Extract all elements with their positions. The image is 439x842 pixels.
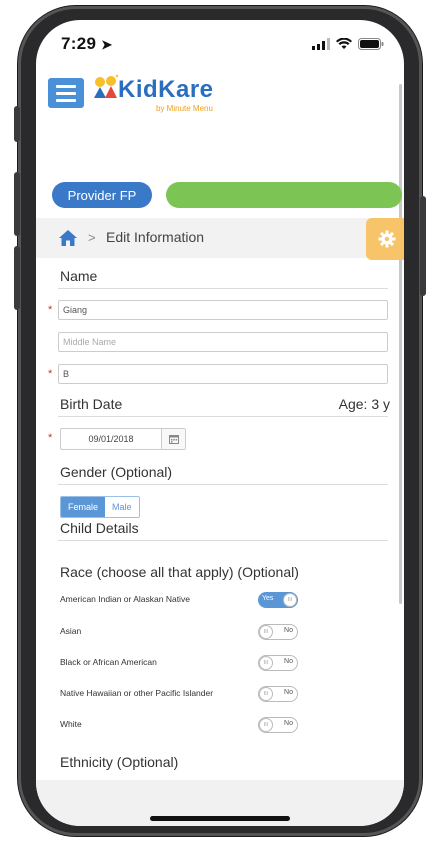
toggle-knob: III — [259, 625, 273, 639]
gear-icon — [378, 230, 396, 248]
middle-name-input[interactable] — [58, 332, 388, 352]
volume-up-button — [14, 172, 20, 236]
toggle-no-text: No — [284, 658, 293, 665]
race-label: Black or African American — [60, 657, 157, 667]
birth-date-title: Birth Date — [60, 396, 123, 412]
race-toggle[interactable]: III No — [258, 655, 298, 671]
toggle-no-text: No — [284, 689, 293, 696]
status-time-text: 7:29 — [61, 34, 97, 53]
menu-line-icon — [56, 84, 76, 88]
race-item: Black or African American III No — [60, 655, 400, 671]
age-label: Age: 3 y — [338, 396, 390, 412]
settings-tab[interactable] — [366, 218, 404, 260]
race-label: Asian — [60, 626, 82, 636]
logo-text: KidKare — [118, 76, 214, 103]
race-label: Native Hawaiian or other Pacific Islande… — [60, 688, 214, 698]
hamburger-menu-button[interactable] — [48, 78, 84, 108]
power-button — [420, 196, 426, 296]
app-header: KidKare by Minute Menu — [36, 64, 404, 164]
breadcrumb-current: Edit Information — [106, 229, 205, 245]
location-arrow-icon: ➤ — [101, 37, 113, 52]
home-icon[interactable] — [58, 229, 78, 247]
ethnicity-title: Ethnicity (Optional) — [60, 754, 179, 770]
calendar-button[interactable] — [162, 429, 185, 449]
phone-screen: 7:29 ➤ KidKare by Minute Menu Provider F… — [36, 20, 404, 826]
required-mark: * — [48, 368, 53, 380]
wifi-icon — [336, 38, 352, 49]
race-item: Asian III No — [60, 624, 400, 640]
race-toggle[interactable]: III No — [258, 686, 298, 702]
divider — [58, 540, 388, 541]
race-item: Native Hawaiian or other Pacific Islande… — [60, 686, 400, 702]
gender-selector: Female Male — [60, 496, 140, 518]
signal-icon — [312, 38, 330, 50]
silent-switch — [14, 106, 20, 142]
race-title: Race (choose all that apply) (Optional) — [60, 564, 299, 580]
toggle-knob: III — [259, 687, 273, 701]
status-icons — [312, 38, 384, 50]
first-name-input[interactable] — [58, 300, 388, 320]
kidkare-logo: KidKare by Minute Menu — [92, 72, 232, 113]
race-toggle[interactable]: Yes III — [258, 592, 298, 608]
race-toggle[interactable]: III No — [258, 717, 298, 733]
toggle-no-text: No — [284, 720, 293, 727]
birth-date-value: 09/01/2018 — [61, 429, 162, 449]
gender-title: Gender (Optional) — [60, 464, 173, 480]
status-time: 7:29 ➤ — [61, 34, 112, 54]
race-label: White — [60, 719, 82, 729]
menu-line-icon — [56, 91, 76, 95]
scrollbar[interactable] — [399, 84, 402, 604]
divider — [58, 288, 388, 289]
gender-female-option[interactable]: Female — [61, 497, 106, 517]
race-item: White III No — [60, 717, 400, 733]
gender-male-option[interactable]: Male — [105, 497, 139, 517]
toggle-knob: III — [259, 656, 273, 670]
breadcrumb: > Edit Information — [36, 218, 404, 260]
battery-icon — [358, 38, 384, 50]
last-name-input[interactable] — [58, 364, 388, 384]
divider — [58, 416, 388, 417]
required-mark: * — [48, 432, 53, 444]
birth-date-picker[interactable]: 09/01/2018 — [60, 428, 186, 450]
logo-children-icon — [94, 74, 119, 98]
status-bar: 7:29 ➤ — [36, 20, 404, 64]
toggle-knob: III — [259, 718, 273, 732]
toggle-knob: III — [283, 593, 297, 607]
volume-down-button — [14, 246, 20, 310]
race-label: American Indian or Alaskan Native — [60, 594, 190, 604]
provider-button[interactable]: Provider FP — [52, 182, 152, 208]
race-toggle[interactable]: III No — [258, 624, 298, 640]
progress-bar — [166, 182, 402, 208]
menu-line-icon — [56, 98, 76, 102]
toggle-no-text: No — [284, 627, 293, 634]
required-mark: * — [48, 304, 53, 316]
child-details-title: Child Details — [60, 520, 139, 536]
breadcrumb-separator: > — [88, 230, 96, 245]
toggle-yes-text: Yes — [262, 595, 274, 602]
provider-row: Provider FP — [36, 178, 404, 214]
divider — [58, 484, 388, 485]
calendar-icon — [168, 435, 179, 444]
logo-subtitle: by Minute Menu — [156, 104, 213, 113]
race-item: American Indian or Alaskan Native Yes II… — [60, 592, 400, 608]
name-section-title: Name — [60, 268, 98, 284]
home-indicator[interactable] — [150, 816, 290, 821]
